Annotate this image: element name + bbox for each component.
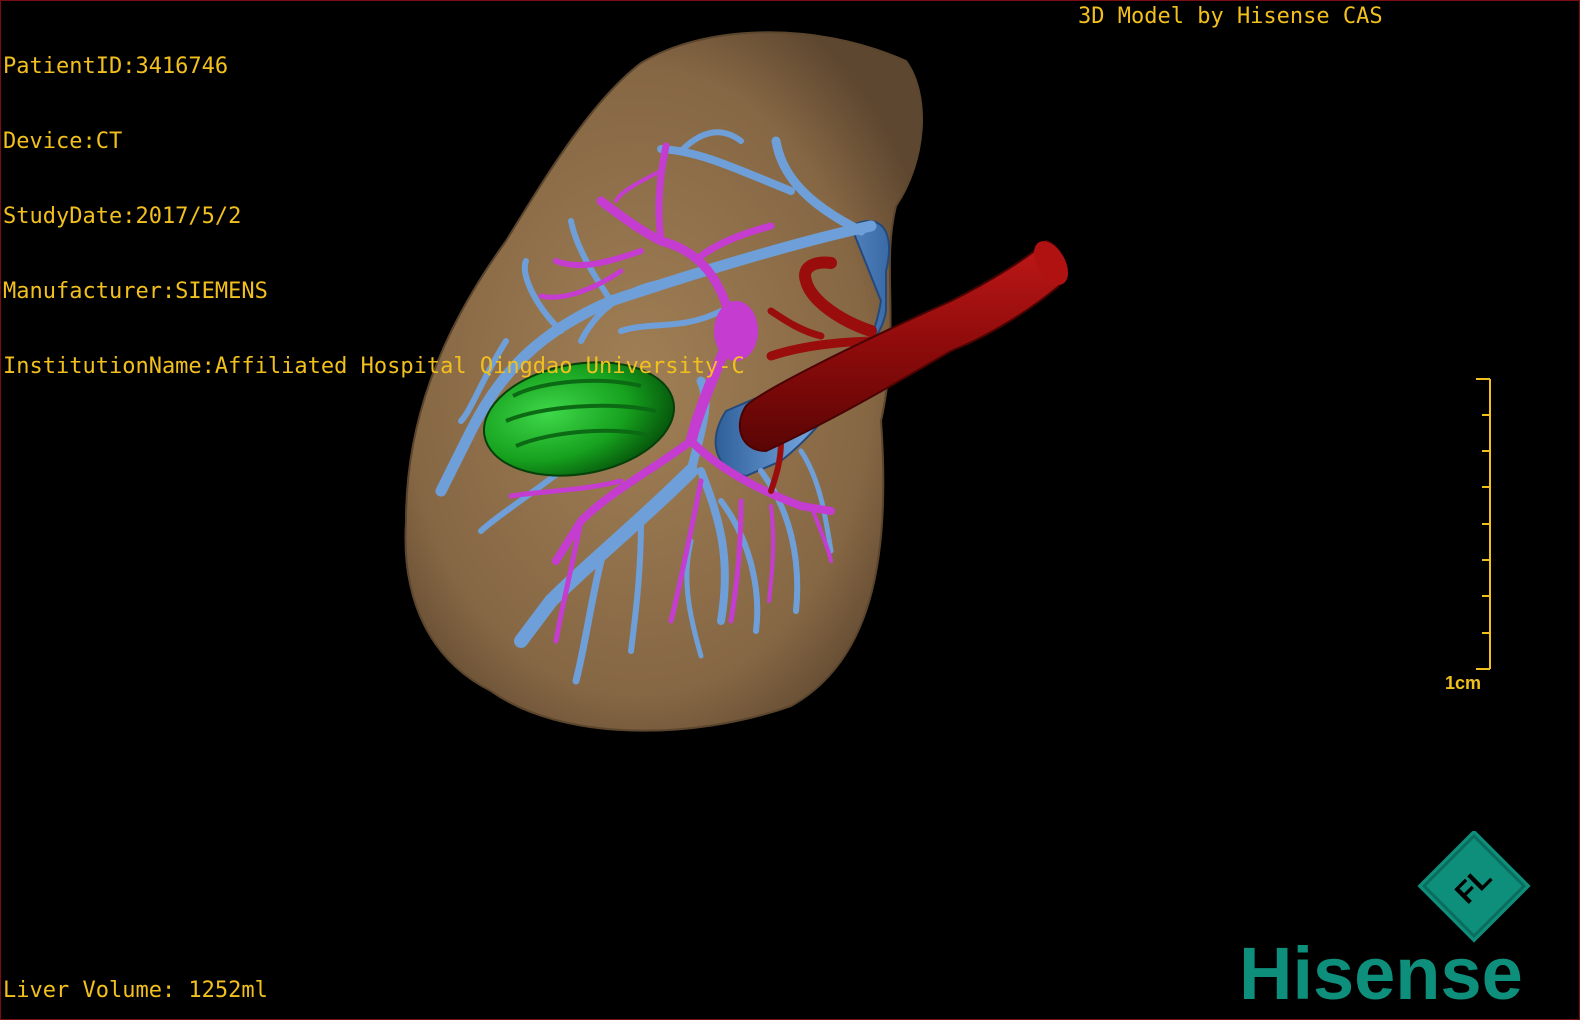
model-credit: 3D Model by Hisense CAS bbox=[1078, 4, 1383, 29]
patient-info-overlay: PatientID:3416746 Device:CT StudyDate:20… bbox=[3, 4, 745, 429]
patient-id: PatientID:3416746 bbox=[3, 54, 229, 79]
liver-volume: Liver Volume: 1252ml bbox=[3, 978, 268, 1003]
study-date: StudyDate:2017/5/2 bbox=[3, 204, 242, 229]
institution-name: InstitutionName:Affiliated Hospital Qing… bbox=[3, 354, 745, 379]
manufacturer: Manufacturer:SIEMENS bbox=[3, 279, 268, 304]
3d-viewport[interactable]: PatientID:3416746 Device:CT StudyDate:20… bbox=[0, 0, 1580, 1020]
scale-ruler-icon bbox=[1476, 378, 1491, 670]
scale-label: 1cm bbox=[1445, 673, 1482, 693]
logo-brand-text: Hisense bbox=[1239, 932, 1523, 1011]
device: Device:CT bbox=[3, 129, 123, 154]
hisense-logo: FL Hisense bbox=[1239, 831, 1531, 1011]
